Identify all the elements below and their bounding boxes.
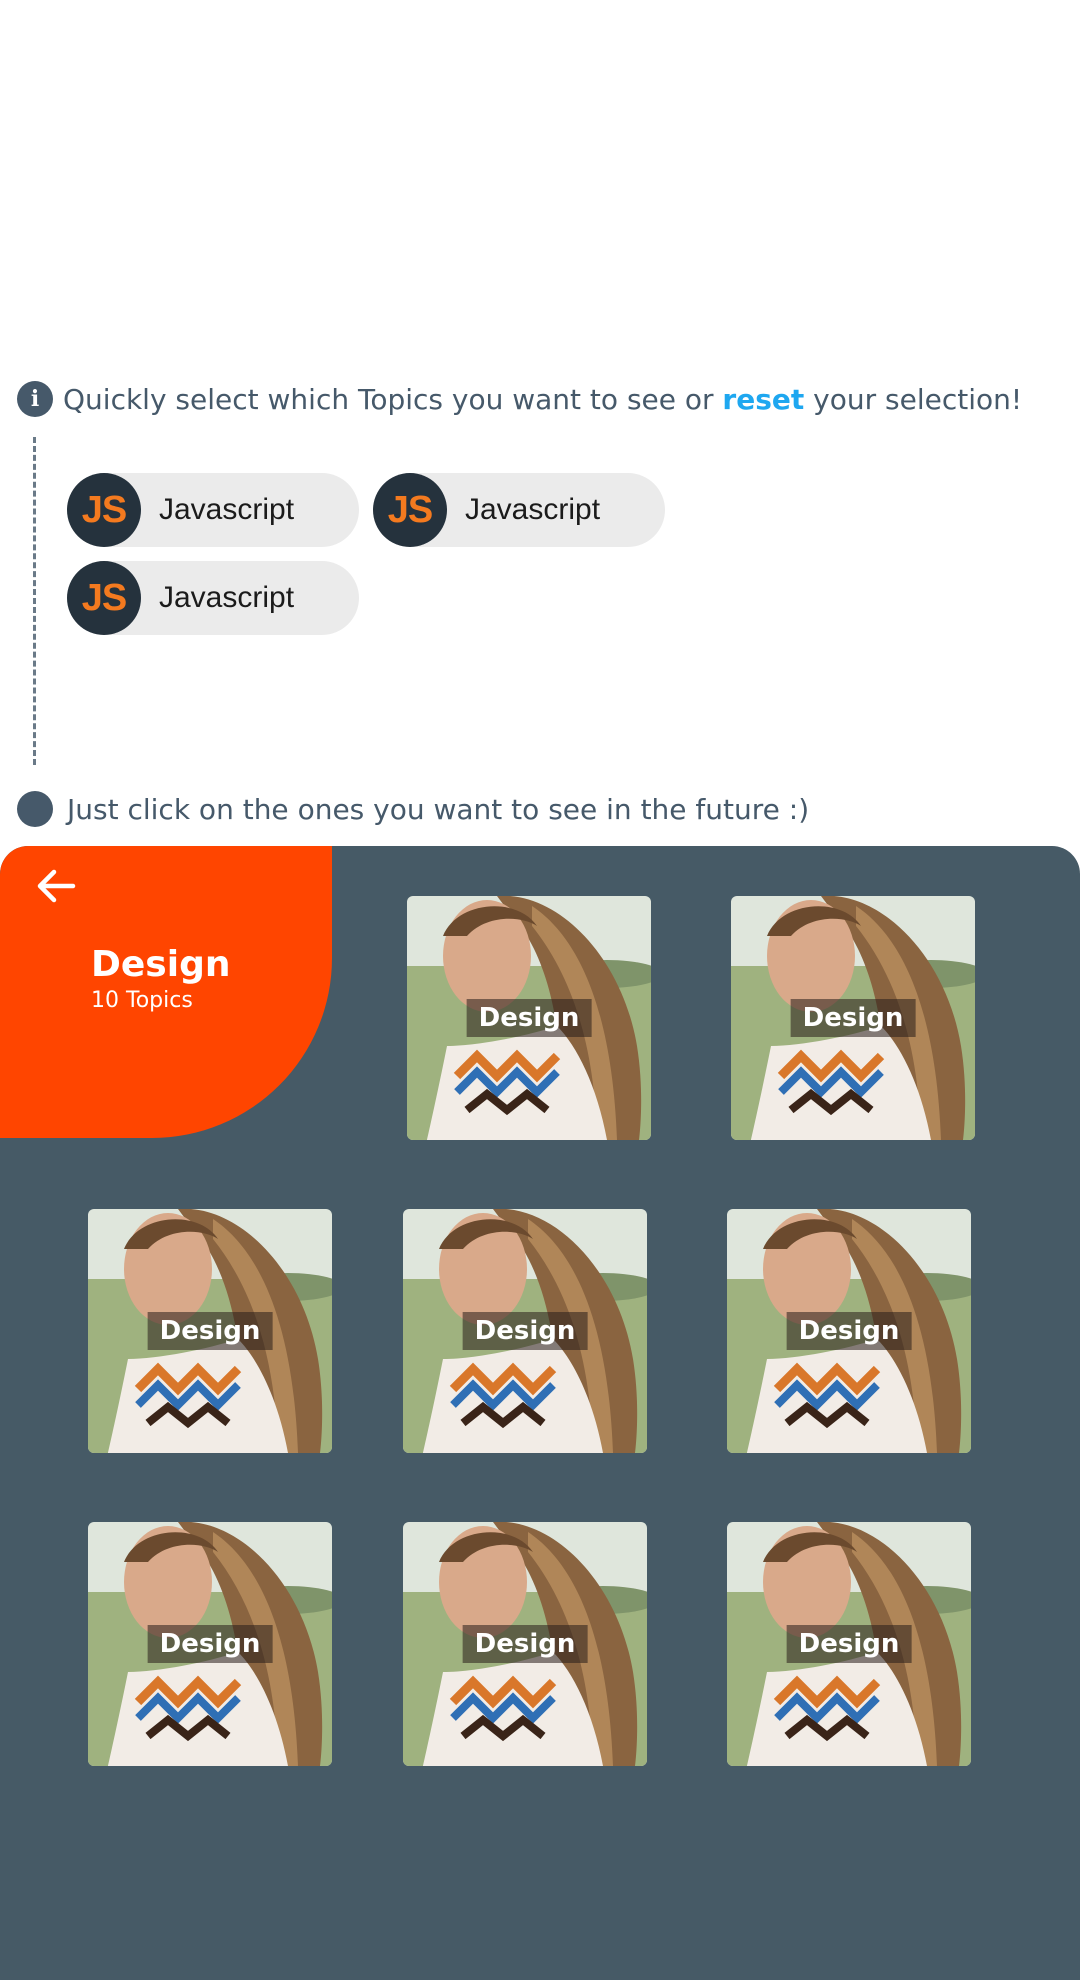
- topic-tile[interactable]: Design: [88, 1209, 332, 1453]
- arrow-left-icon[interactable]: [33, 863, 79, 909]
- timeline-divider: [33, 437, 36, 765]
- category-header: Design 10 Topics: [0, 846, 332, 1138]
- topic-tile[interactable]: Design: [403, 1522, 647, 1766]
- timeline-dot-icon: [17, 791, 53, 827]
- info-text: Quickly select which Topics you want to …: [63, 383, 1022, 416]
- topic-chip-label: Javascript: [159, 581, 295, 614]
- topic-tile-label: Design: [790, 999, 916, 1037]
- topic-tile[interactable]: Design: [88, 1522, 332, 1766]
- category-title: Design: [91, 944, 231, 985]
- info-row: i Quickly select which Topics you want t…: [17, 380, 1022, 418]
- info-text-after: your selection!: [804, 382, 1023, 416]
- topic-tile-label: Design: [786, 1312, 912, 1350]
- category-topic-count: 10 Topics: [91, 988, 193, 1013]
- javascript-logo-icon: JS: [67, 473, 141, 547]
- topic-chip-label: Javascript: [159, 493, 295, 526]
- selected-topics: JS Javascript JS Javascript JS Javascrip…: [67, 473, 687, 635]
- topic-tile-label: Design: [466, 999, 592, 1037]
- topic-tile-label: Design: [462, 1312, 588, 1350]
- topic-tile-label: Design: [786, 1625, 912, 1663]
- hint-text: Just click on the ones you want to see i…: [67, 792, 810, 826]
- topic-chip[interactable]: JS Javascript: [67, 473, 359, 547]
- info-icon: i: [17, 381, 53, 417]
- topic-tile[interactable]: Design: [727, 1209, 971, 1453]
- topic-chip[interactable]: JS Javascript: [373, 473, 665, 547]
- reset-link[interactable]: reset: [722, 383, 804, 416]
- category-panel: Design 10 Topics Design Design Design De…: [0, 846, 1080, 1980]
- topic-tile-label: Design: [462, 1625, 588, 1663]
- topic-tile[interactable]: Design: [407, 896, 651, 1140]
- topic-tile[interactable]: Design: [731, 896, 975, 1140]
- topic-chip[interactable]: JS Javascript: [67, 561, 359, 635]
- javascript-logo-icon: JS: [67, 561, 141, 635]
- topic-tile-label: Design: [147, 1312, 273, 1350]
- topic-tile[interactable]: Design: [727, 1522, 971, 1766]
- hint-row: Just click on the ones you want to see i…: [17, 790, 809, 828]
- topic-tile-label: Design: [147, 1625, 273, 1663]
- topic-chip-label: Javascript: [465, 493, 601, 526]
- info-text-before: Quickly select which Topics you want to …: [63, 382, 723, 416]
- topic-tile[interactable]: Design: [403, 1209, 647, 1453]
- javascript-logo-icon: JS: [373, 473, 447, 547]
